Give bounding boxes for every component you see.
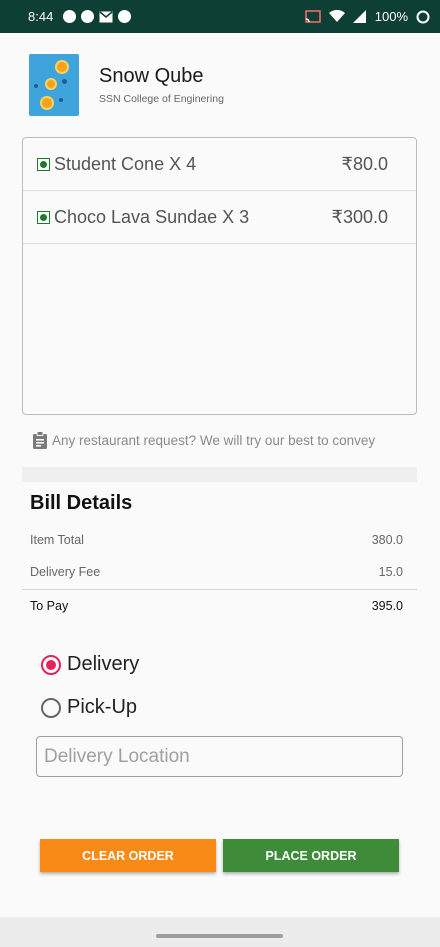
mail-icon <box>99 10 113 22</box>
restaurant-logo <box>29 54 79 116</box>
bill-title: Bill Details <box>30 492 133 514</box>
veg-icon <box>37 210 50 224</box>
radio-pickup-label: Pick-Up <box>67 696 138 718</box>
status-bar: 8:44 100% <box>0 0 440 33</box>
bill-delivery-fee-value: 15.0 <box>378 565 403 579</box>
restaurant-location: SSN College of Enginering <box>99 93 224 105</box>
section-divider <box>22 467 417 482</box>
bill-delivery-fee-label: Delivery Fee <box>30 565 101 579</box>
bill-item-total-label: Item Total <box>30 533 84 547</box>
request-hint: Any restaurant request? We will try our … <box>52 432 376 448</box>
cart-item-price: ₹300.0 <box>331 206 389 227</box>
cart-item[interactable]: Choco Lava Sundae X 3 ₹300.0 <box>23 191 416 244</box>
cart-list: Student Cone X 4 ₹80.0 Choco Lava Sundae… <box>22 137 417 415</box>
radio-pickup[interactable]: Pick-Up <box>41 696 137 719</box>
radio-unchecked-icon[interactable] <box>41 697 61 718</box>
restaurant-request[interactable]: Any restaurant request? We will try our … <box>32 431 375 449</box>
record-icon <box>118 10 132 23</box>
cart-item-price: ₹80.0 <box>341 153 389 174</box>
wifi-icon <box>328 10 345 22</box>
battery-level: 100% <box>374 9 408 24</box>
cast-icon <box>305 10 321 23</box>
veg-icon <box>37 157 50 171</box>
clear-order-button[interactable]: CLEAR ORDER <box>40 839 216 872</box>
bill-item-total-value: 380.0 <box>371 533 403 547</box>
bill-to-pay-label: To Pay <box>30 599 69 613</box>
clipboard-icon <box>33 431 47 449</box>
place-order-button[interactable]: PLACE ORDER <box>223 839 399 872</box>
radio-delivery-label: Delivery <box>67 653 140 675</box>
battery-icon <box>416 10 430 23</box>
bill-item-total: Item Total 380.0 <box>30 533 403 547</box>
restaurant-name: Snow Qube <box>99 65 204 87</box>
notification-icons <box>63 10 132 23</box>
bill-delivery-fee: Delivery Fee 15.0 <box>30 565 403 579</box>
restaurant-header: Snow Qube SSN College of Enginering <box>29 54 429 116</box>
radio-delivery[interactable]: Delivery <box>41 653 139 676</box>
cart-item-name: Student Cone X 4 <box>54 153 197 174</box>
radio-checked-icon[interactable] <box>41 654 61 675</box>
delivery-location-input[interactable] <box>36 736 403 777</box>
whatsapp-icon <box>81 10 95 23</box>
message-icon <box>63 10 77 23</box>
cart-item[interactable]: Student Cone X 4 ₹80.0 <box>23 138 416 191</box>
status-time: 8:44 <box>28 9 54 24</box>
bill-to-pay-value: 395.0 <box>371 599 403 613</box>
bill-separator <box>22 589 417 590</box>
signal-icon <box>352 10 366 23</box>
cart-item-name: Choco Lava Sundae X 3 <box>54 206 250 227</box>
navigation-bar <box>0 917 440 947</box>
home-gesture-handle[interactable] <box>156 934 283 938</box>
bill-to-pay: To Pay 395.0 <box>30 599 403 613</box>
